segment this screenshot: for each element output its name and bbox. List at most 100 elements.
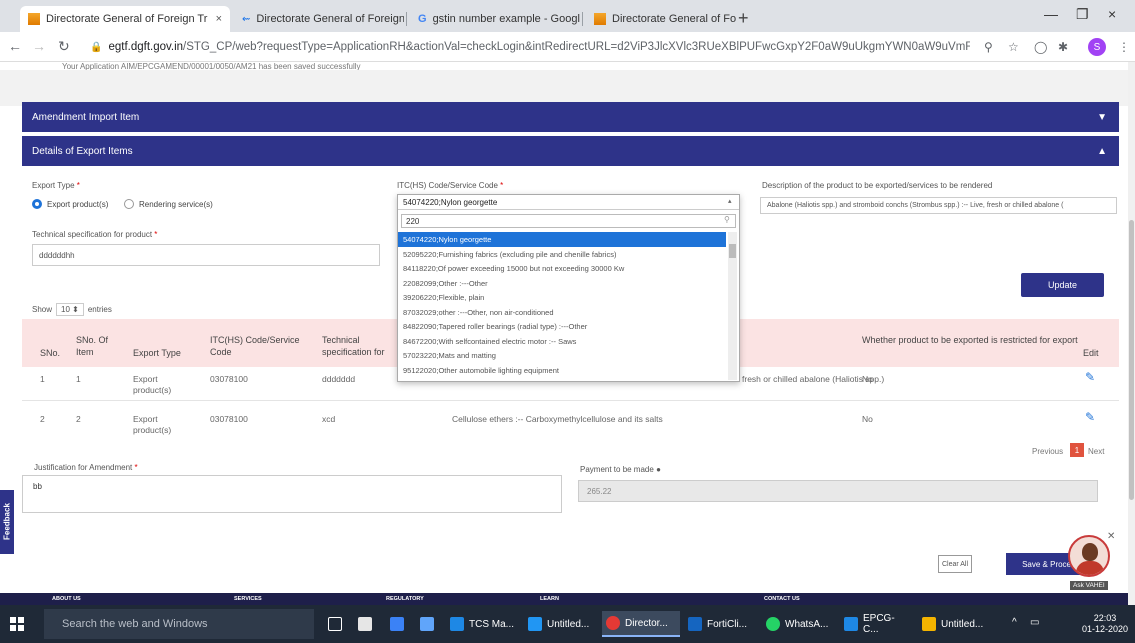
taskbar-search-box[interactable]: Search the web and Windows — [44, 609, 314, 639]
chevron-up-icon: ▲ — [1097, 145, 1107, 157]
col-export-type: Export Type — [133, 348, 181, 358]
store-icon[interactable] — [358, 617, 372, 631]
dropdown-option[interactable]: 57023220;Mats and matting — [398, 348, 726, 363]
radio-selected-icon — [32, 199, 42, 209]
search-icon: ⚲ — [724, 215, 730, 224]
dropdown-option[interactable]: 39206220;Flexible, plain — [398, 290, 726, 305]
pagination-previous[interactable]: Previous — [1032, 447, 1063, 456]
chevron-down-icon: ▼ — [1097, 111, 1107, 123]
taskbar-app-1[interactable]: TCS Ma... — [446, 611, 520, 637]
dropdown-option[interactable]: 22082099;Other :---Other — [398, 276, 726, 291]
dropdown-option[interactable]: 84118220;Of power exceeding 15000 but no… — [398, 261, 726, 276]
radio-rendering-services[interactable]: Rendering service(s) — [124, 199, 213, 209]
footer-learn[interactable]: LEARN — [540, 596, 559, 602]
col-sno-of-item: SNo. Of Item — [76, 335, 109, 357]
row2-export-type: Export product(s) — [133, 414, 172, 435]
dropdown-option[interactable]: 84822090;Tapered roller bearings (radial… — [398, 319, 726, 334]
update-button[interactable]: Update — [1021, 273, 1104, 297]
whatsapp-icon — [766, 617, 780, 631]
dropdown-option[interactable]: 87032029;other :---Other, non air-condit… — [398, 305, 726, 320]
url-host: egtf.dgft.gov.in — [108, 41, 184, 53]
browser-tab-1[interactable]: Directorate General of Foreign Tr × — [20, 6, 230, 32]
radio-label: Export product(s) — [47, 199, 109, 209]
menu-kebab-icon[interactable]: ⋮ — [1118, 40, 1130, 54]
row1-sno-item: 1 — [76, 374, 81, 384]
col-restricted: Whether product to be exported is restri… — [862, 335, 1078, 345]
browser-tab-2[interactable]: ⇜ Directorate General of Foreign Tr × — [234, 6, 404, 32]
taskbar-app-7[interactable]: Untitled... — [918, 611, 994, 637]
page-scroll-thumb[interactable] — [1129, 220, 1134, 500]
edit-pencil-icon[interactable]: ✎ — [1085, 410, 1095, 424]
justification-textarea[interactable]: bb — [22, 475, 562, 513]
dropdown-selected-value[interactable]: 54074220;Nylon georgette — [398, 195, 739, 210]
reload-icon[interactable]: ↻ — [58, 38, 70, 55]
entries-select[interactable]: 10 ⬍ — [56, 303, 84, 316]
taskbar-app-5[interactable]: WhatsA... — [762, 611, 836, 637]
row1-itc: 03078100 — [210, 374, 248, 384]
dropdown-option[interactable]: 95122020;Other automobile lighting equip… — [398, 363, 726, 378]
dropdown-scroll-thumb[interactable] — [729, 244, 736, 258]
page-gray-band — [0, 70, 1128, 106]
new-tab-button[interactable]: + — [738, 8, 749, 29]
assistant-label[interactable]: Ask VAHEI — [1070, 581, 1108, 590]
assistant-avatar[interactable] — [1068, 535, 1110, 577]
pinned-app-icon[interactable] — [420, 617, 434, 631]
clear-all-button[interactable]: Clear All — [938, 555, 972, 573]
taskbar-app-6[interactable]: EPCG-C... — [840, 611, 914, 637]
row2-tech: xcd — [322, 414, 336, 424]
close-window-button[interactable]: × — [1108, 6, 1116, 22]
tray-chevron-icon[interactable]: ^ — [1012, 617, 1017, 628]
footer-contact[interactable]: CONTACT US — [764, 596, 800, 602]
dropdown-option[interactable]: 52095220;Furnishing fabrics (excluding p… — [398, 247, 726, 262]
feedback-tab[interactable]: Feedback — [0, 490, 14, 554]
export-items-header[interactable]: Details of Export Items ▲ — [22, 136, 1119, 166]
minimize-button[interactable]: — — [1044, 6, 1058, 22]
notification-icon[interactable]: ▭ — [1030, 617, 1039, 628]
footer-services[interactable]: SERVICES — [234, 596, 262, 602]
footer-about[interactable]: ABOUT US — [52, 596, 81, 602]
url-field[interactable]: 🔒 egtf.dgft.gov.in /STG_CP/web?requestTy… — [90, 37, 970, 57]
bookmark-star-icon[interactable]: ☆ — [1008, 40, 1019, 54]
footer-regulatory[interactable]: REGULATORY — [386, 596, 424, 602]
taskbar-app-4[interactable]: FortiCli... — [684, 611, 758, 637]
edit-pencil-icon[interactable]: ✎ — [1085, 370, 1095, 384]
itc-code-dropdown[interactable]: 54074220;Nylon georgette ▴ 220 ⚲ 5407422… — [397, 194, 740, 382]
browser-tab-4[interactable]: Directorate General of Foreign Tr × — [586, 6, 736, 32]
itc-code-label: ITC(HS) Code/Service Code * — [397, 181, 504, 190]
browser-tab-strip: Directorate General of Foreign Tr × ⇜ Di… — [0, 0, 1135, 32]
maximize-button[interactable]: ❐ — [1076, 6, 1089, 23]
close-tab-icon[interactable]: × — [210, 13, 222, 25]
amendment-import-item-header[interactable]: Amendment Import Item ▼ — [22, 102, 1119, 132]
taskbar-app-3[interactable]: Director... — [602, 611, 680, 637]
profile-avatar[interactable]: S — [1088, 38, 1106, 56]
tech-spec-input[interactable]: ddddddhh — [32, 244, 380, 266]
back-arrow-icon[interactable]: ← — [8, 38, 22, 54]
browser-tab-3[interactable]: G gstin number example - Google × — [410, 6, 580, 32]
dropdown-option[interactable]: 84672200;With selfcontained electric mot… — [398, 334, 726, 349]
description-field[interactable]: Abalone (Haliotis spp.) and stromboid co… — [760, 197, 1117, 214]
dgft-favicon-icon — [28, 13, 40, 25]
edge-icon — [450, 617, 464, 631]
paint3d-icon — [922, 617, 936, 631]
forward-arrow-icon[interactable]: → — [32, 38, 46, 54]
assistant-close-icon[interactable]: ✕ — [1107, 531, 1115, 542]
dropdown-search-input[interactable]: 220 — [401, 214, 736, 228]
taskbar-app-2[interactable]: Untitled... — [524, 611, 598, 637]
row2-itc: 03078100 — [210, 414, 248, 424]
dropdown-option[interactable]: 54074220;Nylon georgette — [398, 232, 726, 247]
extension-circle-icon[interactable]: ◯ — [1034, 40, 1047, 54]
zoom-icon[interactable]: ⚲ — [984, 40, 993, 54]
assistant-body — [1076, 561, 1104, 575]
file-explorer-icon[interactable] — [390, 617, 404, 631]
col-edit: Edit — [1083, 348, 1099, 358]
radio-export-products[interactable]: Export product(s) — [32, 199, 108, 209]
pagination-page-1[interactable]: 1 — [1070, 443, 1084, 457]
taskbar-clock[interactable]: 22:03 01-12-2020 — [1082, 613, 1128, 635]
extensions-puzzle-icon[interactable]: ✱ — [1058, 40, 1068, 54]
task-view-icon[interactable] — [328, 617, 342, 631]
row1-sno: 1 — [40, 374, 45, 384]
payment-label: Payment to be made ● — [580, 465, 661, 474]
pagination-next[interactable]: Next — [1088, 447, 1104, 456]
windows-start-icon[interactable] — [10, 617, 24, 631]
dgft-arrow-favicon-icon: ⇜ — [242, 13, 251, 25]
